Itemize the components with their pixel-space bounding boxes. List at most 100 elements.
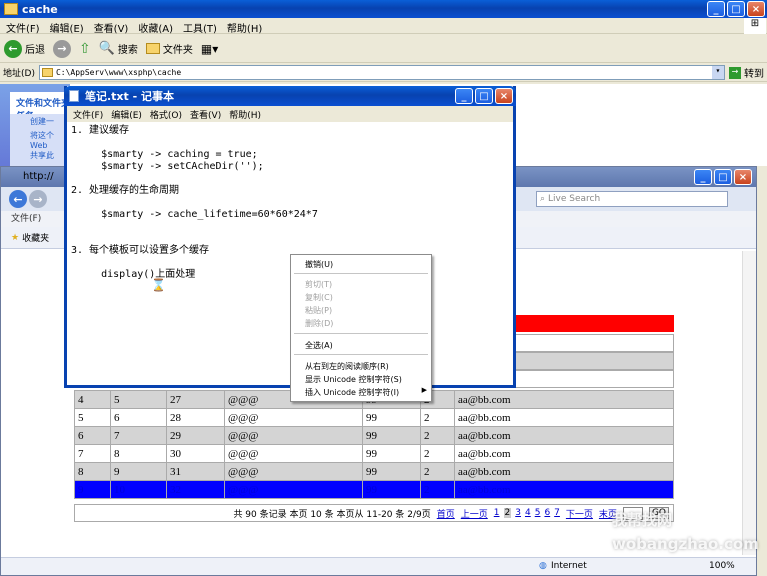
table-cell: 2: [420, 444, 455, 463]
minimize-button[interactable]: _: [707, 1, 725, 17]
notepad-line: display()上面处理: [71, 269, 196, 280]
ctx-insert-unicode[interactable]: 插入 Unicode 控制字符(I): [305, 387, 399, 398]
ctx-rtl[interactable]: 从右到左的阅读顺序(R): [305, 361, 389, 372]
submenu-arrow-icon: ▶: [421, 386, 427, 394]
browser-maximize-button[interactable]: □: [714, 169, 732, 185]
pager-next[interactable]: 下一页: [566, 507, 593, 520]
notepad-close-button[interactable]: ×: [495, 88, 513, 104]
table-cell: 4: [74, 390, 111, 409]
browser-search-input[interactable]: ⌕ Live Search: [536, 191, 728, 207]
pager-prev[interactable]: 上一页: [461, 507, 488, 520]
back-label: 后退: [25, 45, 45, 56]
search-button[interactable]: 🔍 搜索: [99, 41, 138, 56]
notepad-line: 1. 建议缓存: [71, 125, 130, 136]
table-row: 6 7 29 @@@ 99 2 aa@bb.com: [74, 426, 674, 445]
status-zone: Internet: [551, 561, 587, 571]
ctx-paste[interactable]: 粘贴(P): [305, 305, 332, 316]
notepad-title-bar: 笔记.txt - 记事本 _ □ ×: [64, 86, 516, 106]
menu-view[interactable]: 查看(V): [94, 20, 129, 35]
explorer-task-panel: 文件和文件夹任务 创建一 将这个 Web 共享此: [0, 84, 70, 174]
search-icon: ⌕: [540, 194, 546, 204]
notepad-menu-edit[interactable]: 编辑(E): [111, 108, 142, 121]
notepad-line: $smarty -> caching = true;: [71, 149, 258, 160]
address-label: 地址(D): [3, 69, 35, 79]
chevron-down-icon[interactable]: ▾: [711, 66, 724, 79]
notepad-minimize-button[interactable]: _: [455, 88, 473, 104]
notepad-maximize-button[interactable]: □: [475, 88, 493, 104]
address-input[interactable]: C:\AppServ\www\xsphp\cache ▾: [38, 65, 725, 80]
table-row: 9 10 32 @@@ 99 2 aa@bb.com: [74, 480, 674, 499]
ctx-separator: [294, 354, 428, 355]
browser-close-button[interactable]: ×: [734, 169, 752, 185]
ctx-undo[interactable]: 撤销(U): [305, 259, 333, 270]
table-cell: aa@bb.com: [454, 390, 674, 409]
table-row-stripe: [514, 334, 674, 352]
table-row-stripe: [514, 352, 674, 370]
ctx-select-all[interactable]: 全选(A): [305, 340, 333, 351]
pager-first[interactable]: 首页: [437, 507, 455, 520]
table-cell: 31: [166, 462, 225, 481]
menu-tools[interactable]: 工具(T): [183, 20, 217, 35]
notepad-menu-file[interactable]: 文件(F): [73, 108, 103, 121]
forward-button[interactable]: →: [53, 39, 71, 58]
pager-page[interactable]: 5: [535, 508, 541, 518]
notepad-line: 3. 每个模板可以设置多个缓存: [71, 245, 210, 256]
globe-icon: ◍: [539, 561, 547, 571]
table-cell: 99: [362, 462, 421, 481]
views-icon[interactable]: ▦▾: [201, 42, 218, 56]
go-arrow-icon: →: [728, 66, 741, 79]
close-button[interactable]: ×: [747, 1, 765, 17]
table-cell: 6: [110, 408, 167, 427]
table-cell: @@@: [224, 480, 363, 499]
pager-page[interactable]: 4: [525, 508, 531, 518]
notepad-menu-view[interactable]: 查看(V): [190, 108, 221, 121]
pager-page[interactable]: 1: [494, 508, 500, 518]
star-icon: ★: [11, 232, 20, 243]
table-cell: 8: [74, 462, 111, 481]
pager-page[interactable]: 3: [515, 508, 521, 518]
table-cell: 9: [74, 480, 111, 499]
up-folder-icon[interactable]: ⇧: [79, 41, 91, 57]
go-button[interactable]: → 转到: [728, 65, 764, 80]
table-cell: aa@bb.com: [454, 426, 674, 445]
menu-help[interactable]: 帮助(H): [227, 20, 262, 35]
table-cell: 99: [362, 480, 421, 499]
pager-page[interactable]: 6: [544, 508, 550, 518]
menu-file[interactable]: 文件(F): [6, 20, 40, 35]
ctx-show-unicode[interactable]: 显示 Unicode 控制字符(S): [305, 374, 402, 385]
browser-forward-button[interactable]: →: [29, 190, 47, 208]
table-cell: 2: [420, 408, 455, 427]
notepad-line: [71, 221, 507, 233]
notepad-menu-format[interactable]: 格式(O): [150, 108, 182, 121]
ctx-cut[interactable]: 剪切(T): [305, 279, 332, 290]
back-button[interactable]: ← 后退: [4, 39, 45, 58]
favorites-button[interactable]: 收藏夹: [22, 231, 49, 244]
menu-edit[interactable]: 编辑(E): [50, 20, 84, 35]
pager-page[interactable]: 7: [554, 508, 560, 518]
notepad-line: [71, 173, 507, 185]
search-label: 搜索: [117, 45, 138, 56]
notepad-menu-help[interactable]: 帮助(H): [229, 108, 261, 121]
context-menu: 撤销(U) 剪切(T) 复制(C) 粘贴(P) 删除(D) 全选(A) 从右到左…: [290, 254, 432, 402]
menu-favorites[interactable]: 收藏(A): [138, 20, 173, 35]
table-cell: aa@bb.com: [454, 462, 674, 481]
ctx-delete[interactable]: 删除(D): [305, 318, 333, 329]
maximize-button[interactable]: □: [727, 1, 745, 17]
table-cell: 5: [110, 390, 167, 409]
table-cell: 32: [166, 480, 225, 499]
ctx-separator: [294, 273, 428, 274]
pager: 共 90 条记录 本页 10 条 本页从 11-20 条 2/9页 首页 上一页…: [74, 504, 674, 522]
table-cell: 2: [420, 480, 455, 499]
explorer-toolbar: ← 后退 → ⇧ 🔍 搜索 文件夹 ▦▾: [0, 35, 767, 63]
browser-minimize-button[interactable]: _: [694, 169, 712, 185]
pager-page-current: 2: [503, 508, 512, 518]
watermark-text: 我帮找网 wobangzhao.com: [612, 511, 759, 553]
folders-button[interactable]: 文件夹: [145, 41, 193, 56]
table-cell: 29: [166, 426, 225, 445]
ctx-copy[interactable]: 复制(C): [305, 292, 333, 303]
notepad-text-area[interactable]: 1. 建议缓存 $smarty -> caching = true; $smar…: [69, 124, 509, 382]
table-row: 8 9 31 @@@ 99 2 aa@bb.com: [74, 462, 674, 481]
browser-back-button[interactable]: ←: [9, 190, 27, 208]
table-cell: 99: [362, 444, 421, 463]
task-panel-header: 文件和文件夹任务: [10, 92, 70, 122]
